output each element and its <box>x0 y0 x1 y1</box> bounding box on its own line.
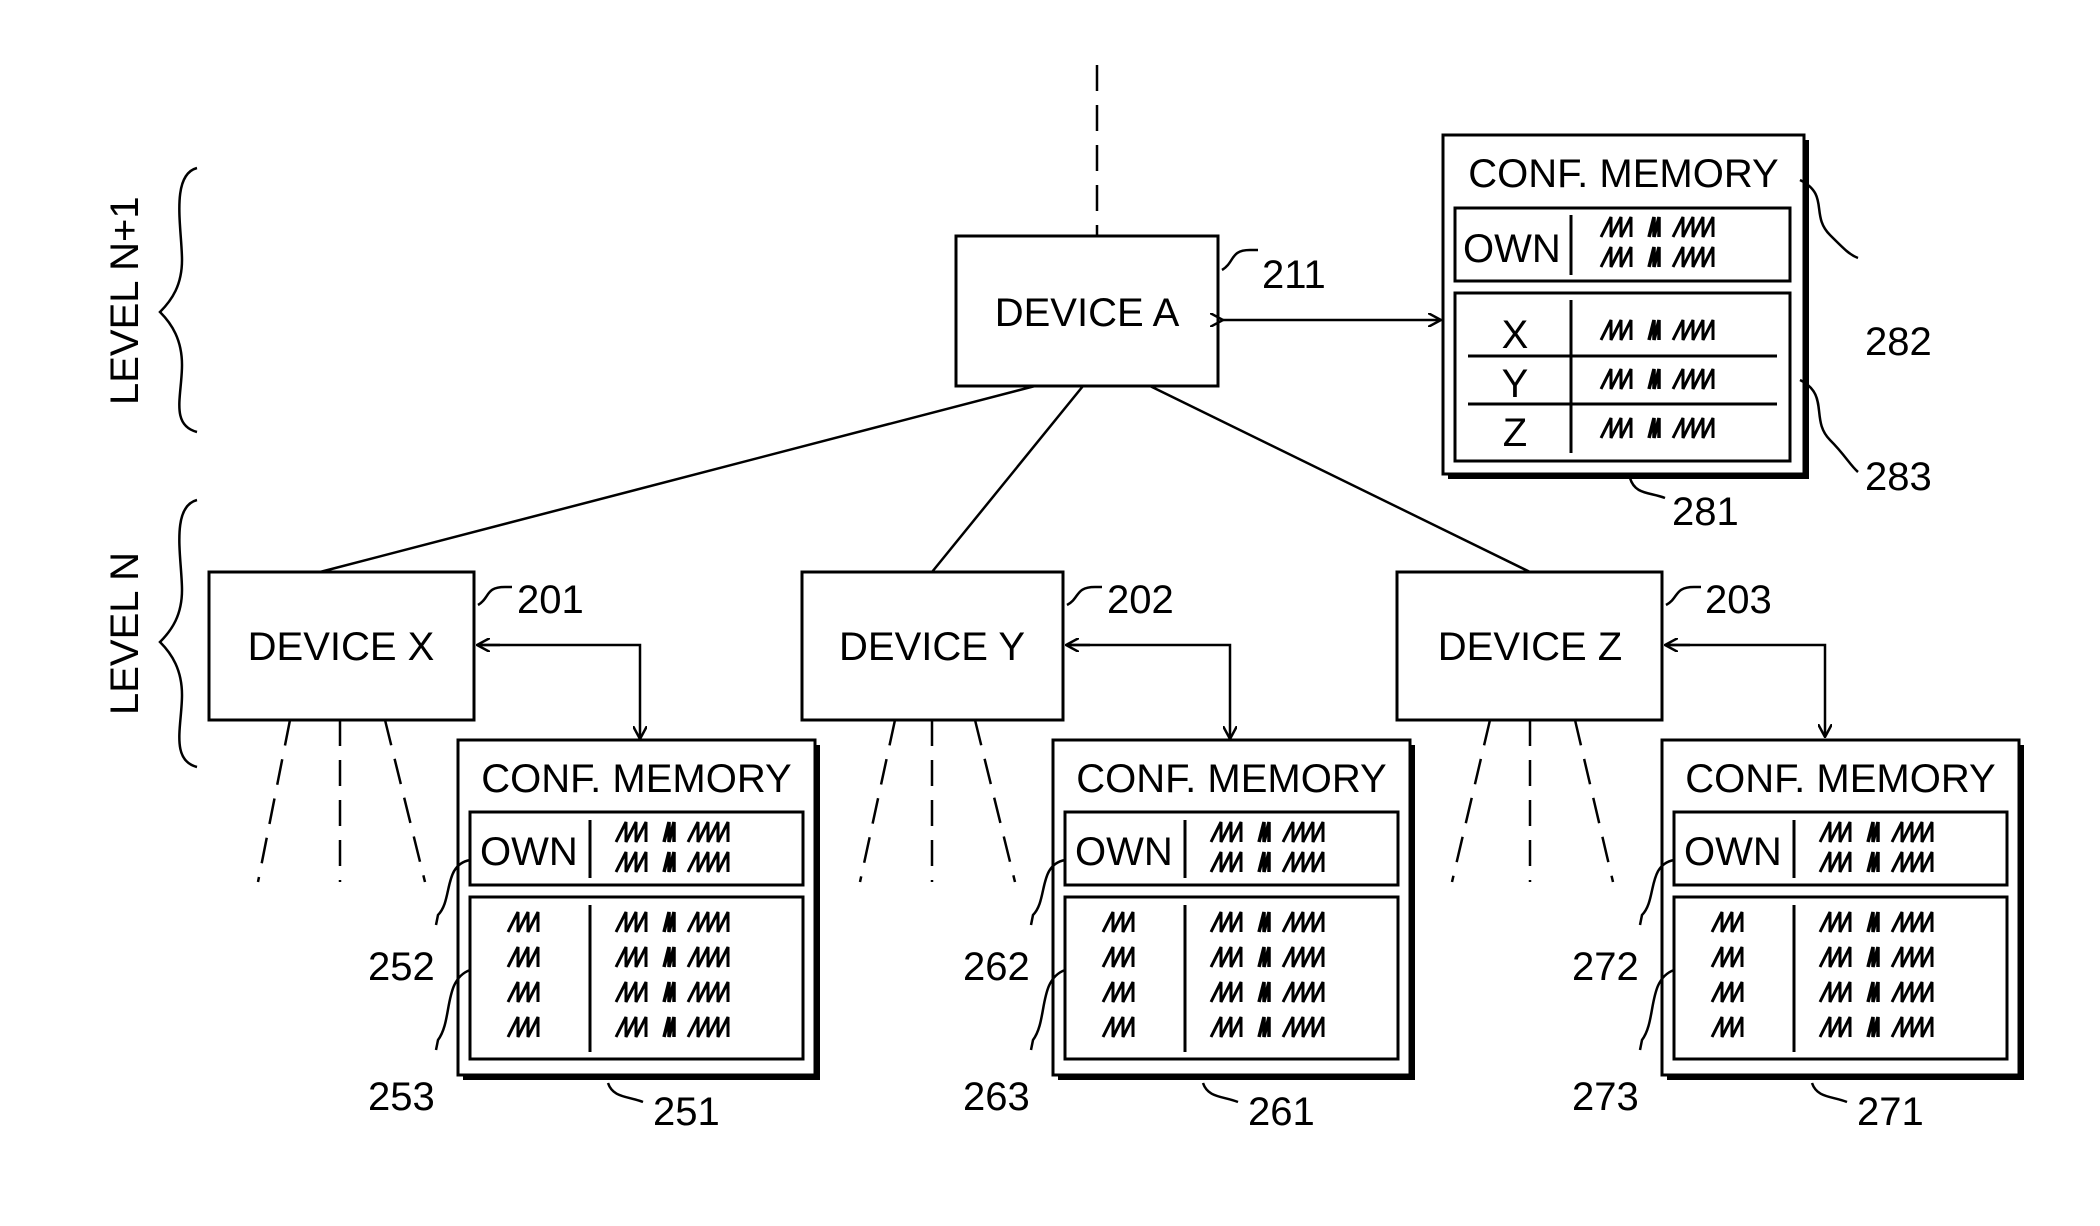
device-y-ref: 202 <box>1107 578 1174 622</box>
neighbor-table-ref: 263 <box>963 1075 1030 1119</box>
neighbor-table-ref: 253 <box>368 1075 435 1119</box>
level-n-brace <box>158 498 198 769</box>
conf-memory-y: CONF. MEMORY OWN 262 263 261 <box>963 738 1415 1134</box>
device-y[interactable]: DEVICE Y <box>800 570 1065 722</box>
own-entry-ref: 252 <box>368 945 435 989</box>
device-z[interactable]: DEVICE Z <box>1395 570 1664 722</box>
conf-memory-title: CONF. MEMORY <box>481 757 791 801</box>
neighbor-name: Y <box>1502 362 1529 406</box>
device-x-memory-link <box>478 645 640 738</box>
device-a-label: DEVICE A <box>995 291 1180 335</box>
own-label: OWN <box>1463 227 1561 271</box>
diagram: LEVEL N+1 LEVEL N DEVICE A 211 DEVICE X … <box>103 65 2024 1134</box>
conf-memory-z: CONF. MEMORY OWN 272 273 271 <box>1572 738 2024 1134</box>
device-a-ref: 211 <box>1262 253 1326 297</box>
neighbor-table-ref: 283 <box>1865 455 1932 499</box>
conf-memory-title: CONF. MEMORY <box>1468 152 1778 196</box>
neighbor-name: X <box>1502 313 1529 357</box>
own-entry-ref: 262 <box>963 945 1030 989</box>
own-label: OWN <box>1684 830 1782 874</box>
tree-links <box>319 384 1531 574</box>
device-x[interactable]: DEVICE X <box>207 570 476 722</box>
own-entry-ref: 282 <box>1865 320 1932 364</box>
own-label: OWN <box>480 830 578 874</box>
own-entry-ref: 272 <box>1572 945 1639 989</box>
device-y-label: DEVICE Y <box>839 625 1025 669</box>
conf-memory-title: CONF. MEMORY <box>1685 757 1995 801</box>
conf-memory-x: CONF. MEMORY OWN 252 253 251 <box>368 738 820 1134</box>
conf-memory-ref: 281 <box>1672 490 1739 534</box>
conf-memory-ref: 251 <box>653 1090 720 1134</box>
own-label: OWN <box>1075 830 1173 874</box>
neighbor-name: Z <box>1503 411 1527 455</box>
device-y-memory-link <box>1067 645 1230 738</box>
neighbor-table-ref: 273 <box>1572 1075 1639 1119</box>
device-z-ref: 203 <box>1705 578 1772 622</box>
device-z-label: DEVICE Z <box>1438 625 1622 669</box>
conf-memory-top: CONF. MEMORY OWN XYZ 282 283 281 <box>1441 133 1932 534</box>
level-n-label: LEVEL N <box>103 552 147 715</box>
device-x-ref: 201 <box>517 578 584 622</box>
device-z-memory-link <box>1666 645 1825 736</box>
device-x-label: DEVICE X <box>248 625 435 669</box>
device-a[interactable]: DEVICE A <box>954 234 1220 388</box>
conf-memory-ref: 271 <box>1857 1090 1924 1134</box>
conf-memory-title: CONF. MEMORY <box>1076 757 1386 801</box>
level-n-plus-1-label: LEVEL N+1 <box>103 196 147 405</box>
conf-memory-ref: 261 <box>1248 1090 1315 1134</box>
level-n-plus-1-brace <box>158 166 198 434</box>
